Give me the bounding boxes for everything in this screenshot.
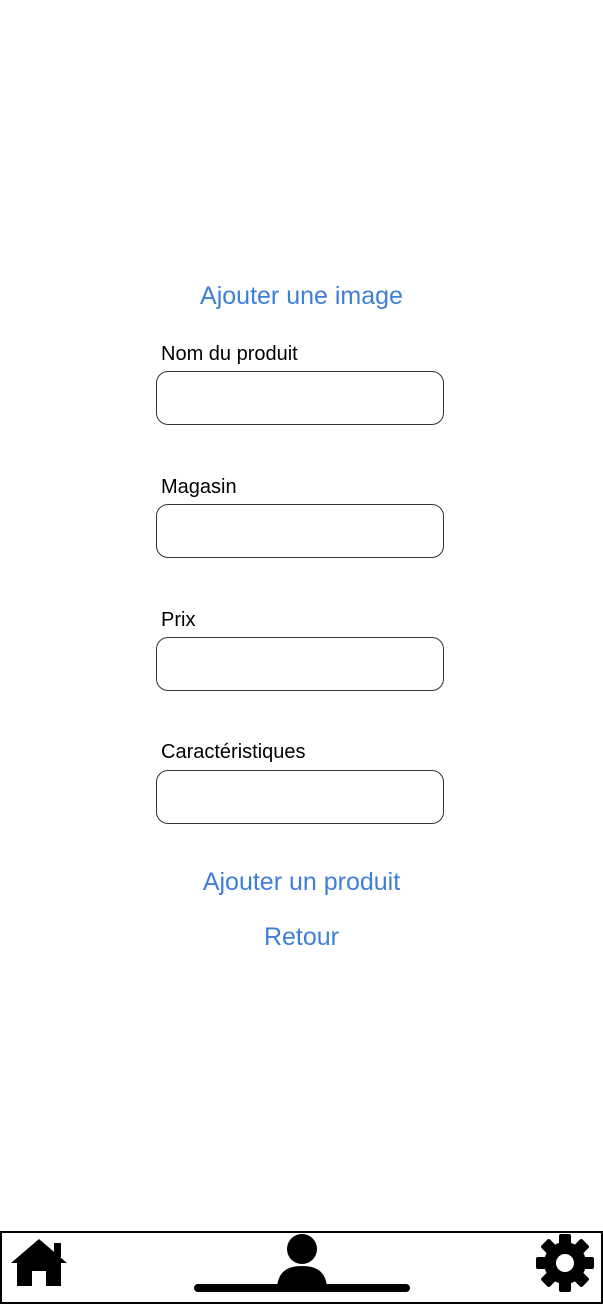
gear-icon[interactable] (534, 1232, 596, 1294)
home-icon[interactable] (8, 1235, 70, 1289)
price-label: Prix (161, 609, 196, 631)
back-button[interactable]: Retour (0, 922, 603, 952)
store-label: Magasin (161, 476, 237, 498)
add-image-button[interactable]: Ajouter une image (0, 281, 603, 311)
product-name-input[interactable] (156, 371, 444, 425)
person-icon[interactable] (272, 1232, 332, 1290)
add-product-screen: Ajouter une image Nom du produit Magasin… (0, 0, 603, 1304)
product-name-label: Nom du produit (161, 343, 298, 365)
store-input[interactable] (156, 504, 444, 558)
add-product-button[interactable]: Ajouter un produit (0, 867, 603, 897)
features-input[interactable] (156, 770, 444, 824)
home-indicator[interactable] (194, 1284, 410, 1292)
features-label: Caractéristiques (161, 741, 306, 763)
price-input[interactable] (156, 637, 444, 691)
